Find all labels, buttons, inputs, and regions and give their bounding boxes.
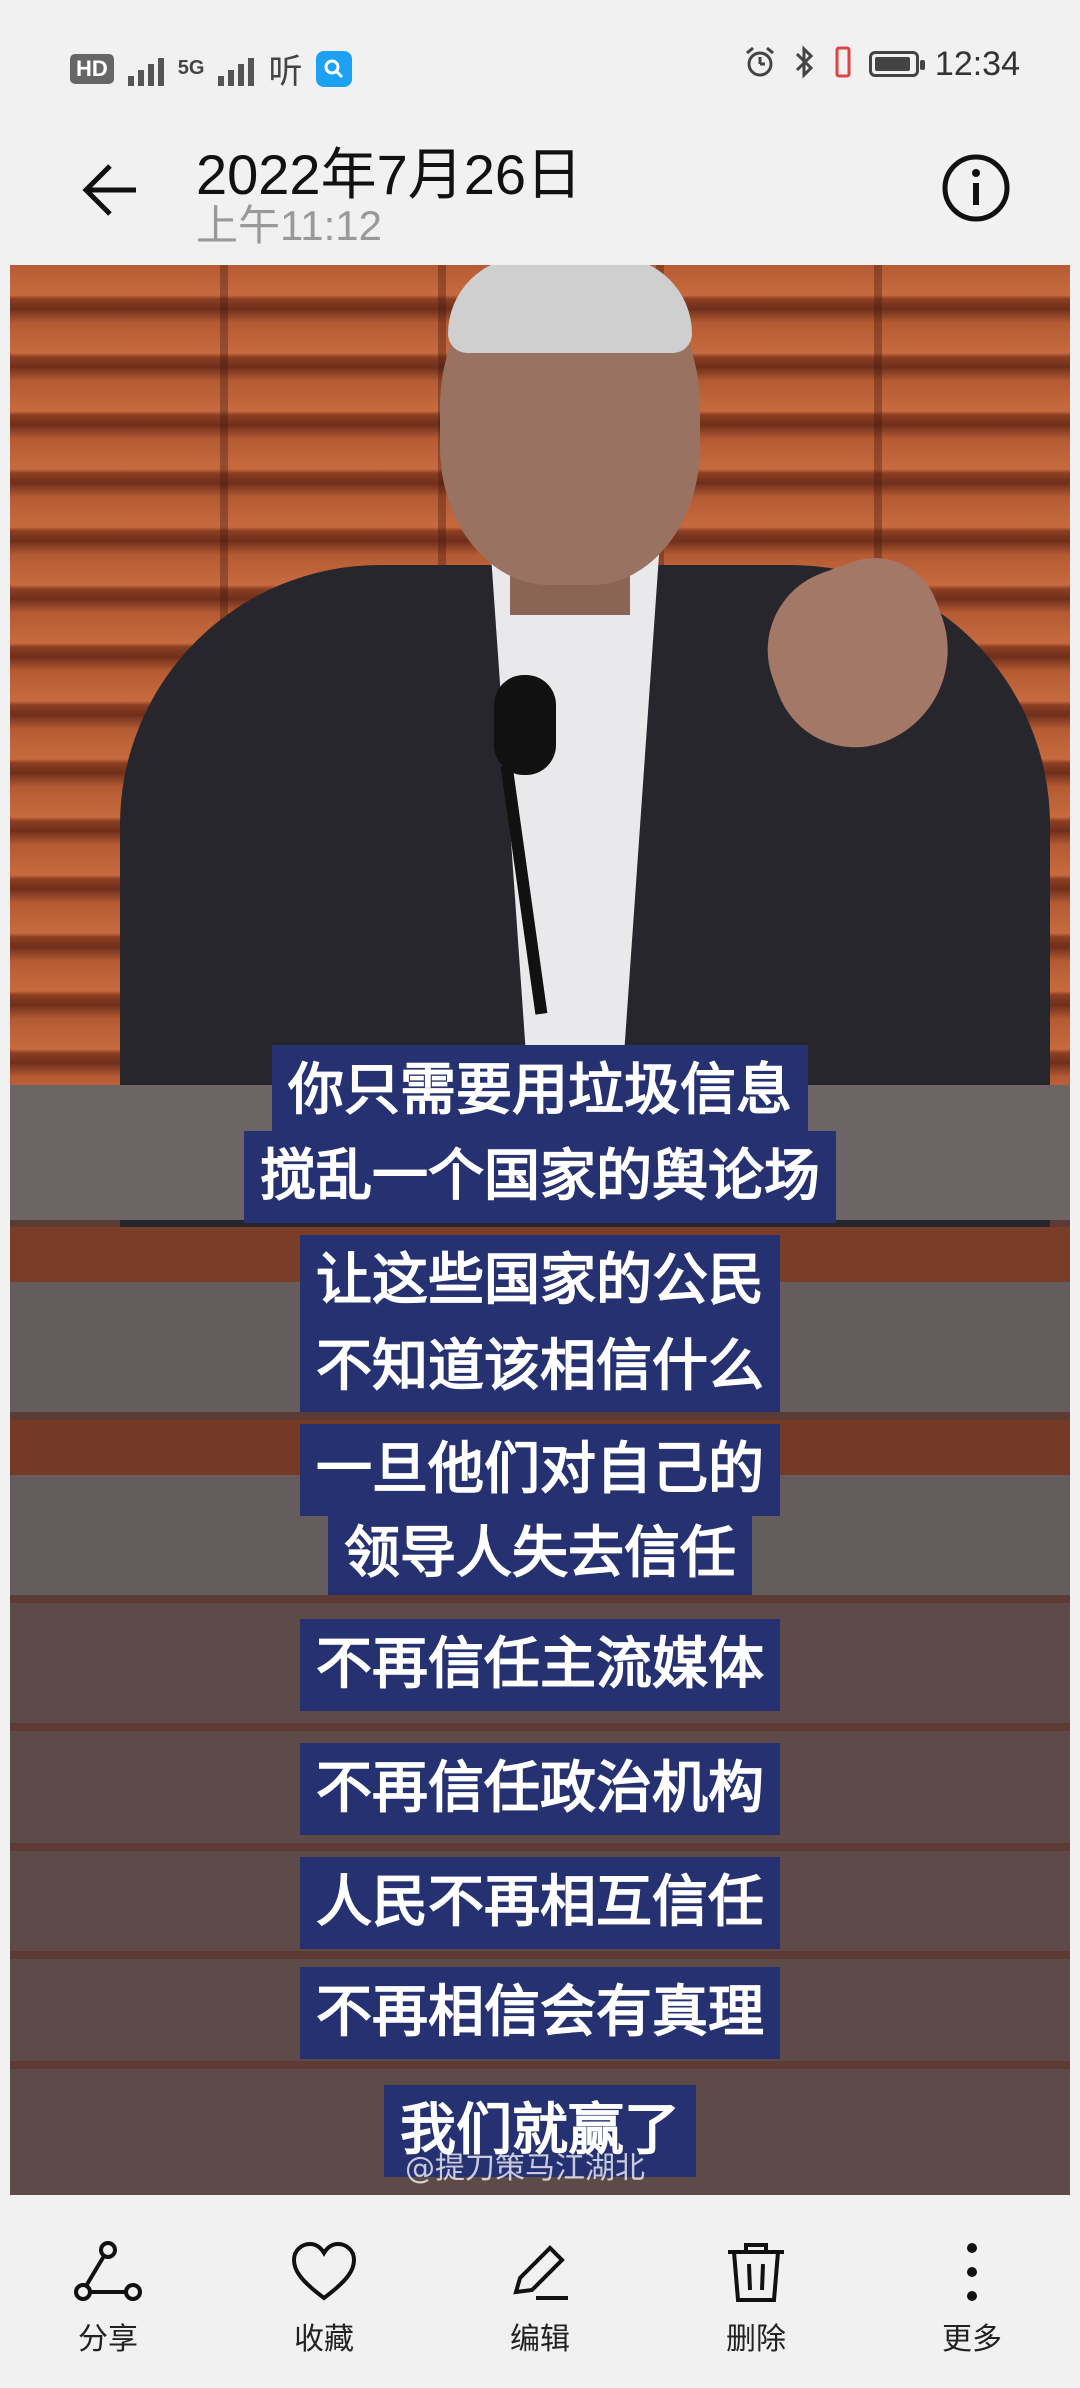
speaker-hair <box>448 265 692 353</box>
caption-3: 让这些国家的公民 <box>300 1235 780 1327</box>
hd-badge: HD <box>70 53 114 84</box>
image-strip-6: 不再相信会有真理 <box>10 1959 1070 2061</box>
bluetooth-icon <box>793 44 817 84</box>
image-strip-7: 我们就赢了 @提刀策马江湖北 <box>10 2069 1070 2195</box>
caption-6: 领导人失去信任 <box>328 1508 752 1595</box>
trash-icon <box>728 2243 784 2302</box>
status-time: 12:34 <box>934 44 1020 83</box>
caption-5: 一旦他们对自己的 <box>300 1424 780 1516</box>
image-strip-1: 让这些国家的公民 不知道该相信什么 <box>10 1227 1070 1412</box>
edit-icon <box>513 2245 568 2300</box>
edit-button[interactable]: 编辑 <box>460 2240 620 2358</box>
favorite-label: 收藏 <box>294 2322 354 2357</box>
delete-label: 删除 <box>726 2322 786 2357</box>
status-bar: HD 5G 听 12:34 <box>0 0 1080 130</box>
status-right: 12:34 <box>743 44 1020 84</box>
photo-viewer[interactable]: 你只需要用垃圾信息 搅乱一个国家的舆论场 让这些国家的公民 不知道该相信什么 一… <box>10 265 1070 2195</box>
caption-7: 不再信任主流媒体 <box>300 1619 780 1711</box>
share-icon <box>74 2241 142 2301</box>
caption-9: 人民不再相互信任 <box>300 1857 780 1949</box>
caption-8: 不再信任政治机构 <box>300 1743 780 1835</box>
vibrate-icon <box>833 45 853 83</box>
search-app-icon <box>316 50 353 87</box>
battery-icon <box>868 51 925 77</box>
microphone <box>494 675 556 775</box>
weibo-watermark: @提刀策马江湖北 <box>405 2151 645 2186</box>
more-button[interactable]: 更多 <box>892 2240 1052 2358</box>
edit-label: 编辑 <box>510 2322 570 2357</box>
share-button[interactable]: 分享 <box>28 2240 188 2358</box>
bottom-action-bar: 分享 收藏 编辑 删除 更多 <box>0 2200 1080 2388</box>
info-icon <box>942 154 1010 222</box>
info-button[interactable] <box>936 148 1016 228</box>
heart-icon <box>291 2241 357 2301</box>
alarm-icon <box>743 45 777 83</box>
image-strip-2: 一旦他们对自己的 领导人失去信任 <box>10 1420 1070 1595</box>
share-label: 分享 <box>78 2322 138 2357</box>
favorite-button[interactable]: 收藏 <box>244 2240 404 2358</box>
image-strip-3: 不再信任主流媒体 <box>10 1603 1070 1723</box>
header: 2022年7月26日 上午11:12 <box>0 130 1080 260</box>
delete-button[interactable]: 删除 <box>676 2240 836 2358</box>
image-strip-4: 不再信任政治机构 <box>10 1731 1070 1843</box>
caption-10: 不再相信会有真理 <box>300 1967 780 2059</box>
arrow-left-icon <box>82 164 136 216</box>
status-left: HD 5G 听 <box>70 44 353 93</box>
back-button[interactable] <box>70 150 150 230</box>
network-5g-label: 5G <box>177 57 205 79</box>
listen-icon: 听 <box>268 52 303 92</box>
more-label: 更多 <box>942 2322 1002 2357</box>
signal-icon <box>127 52 164 86</box>
caption-2: 搅乱一个国家的舆论场 <box>244 1131 836 1223</box>
caption-1: 你只需要用垃圾信息 <box>272 1045 808 1137</box>
more-icon <box>967 2243 977 2301</box>
image-strip-5: 人民不再相互信任 <box>10 1851 1070 1951</box>
caption-4: 不知道该相信什么 <box>300 1321 780 1412</box>
signal-icon-2 <box>218 52 255 86</box>
page-subtitle: 上午11:12 <box>196 202 382 249</box>
